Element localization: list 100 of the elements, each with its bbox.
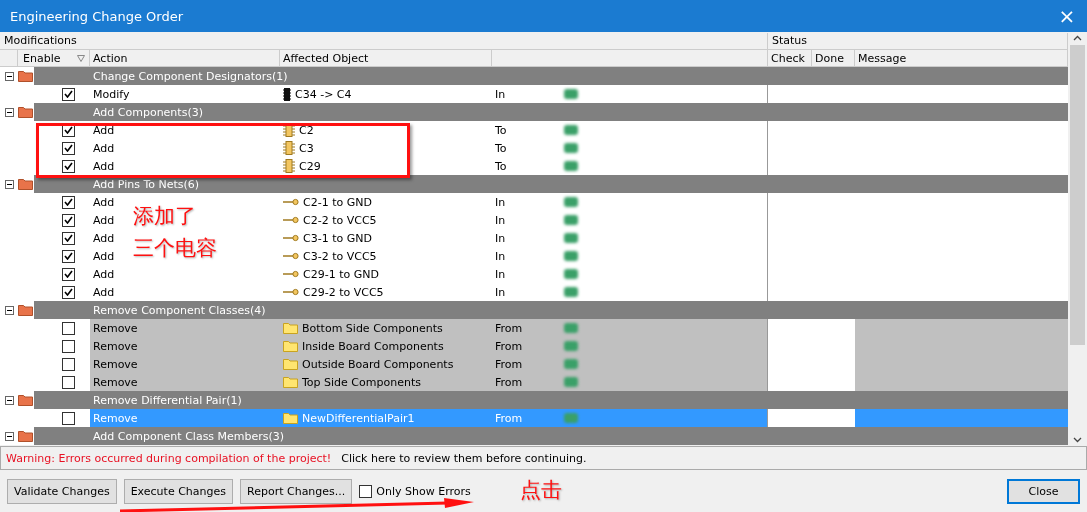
folder-icon	[283, 358, 298, 370]
pin-icon	[283, 198, 299, 206]
action-text[interactable]: Add	[93, 141, 115, 155]
chip-icon	[283, 87, 291, 101]
action-text[interactable]: Modify	[93, 87, 130, 101]
enable-checkbox[interactable]	[61, 357, 75, 371]
object-text: C29	[299, 159, 321, 173]
group-header[interactable]: Add Component Class Members(3)	[34, 427, 1068, 445]
object-text: C3-2 to VCC5	[303, 249, 377, 263]
folder-icon	[18, 106, 33, 118]
column-header[interactable]: Enable	[20, 50, 64, 67]
group-header[interactable]: Add Components(3)	[34, 103, 1068, 121]
relation-text: In	[495, 231, 506, 245]
enable-checkbox[interactable]	[61, 231, 75, 245]
column-header[interactable]: Done	[812, 50, 854, 67]
folder-icon	[283, 376, 298, 388]
folder-icon	[283, 340, 298, 352]
action-text[interactable]: Add	[93, 195, 115, 209]
relation-text: From	[495, 357, 523, 371]
close-button[interactable]: ×	[1047, 0, 1087, 32]
action-button[interactable]: Execute Changes	[123, 478, 233, 504]
collapse-icon[interactable]	[4, 305, 14, 315]
object-text: Inside Board Components	[302, 339, 444, 353]
object-text: C34 -> C4	[295, 87, 352, 101]
object-text: NewDifferentialPair1	[302, 411, 415, 425]
action-text[interactable]: Remove	[93, 357, 138, 371]
document-icon	[563, 142, 579, 154]
checkbox[interactable]	[359, 484, 373, 498]
document-icon	[563, 250, 579, 262]
action-text[interactable]: Add	[93, 285, 115, 299]
relation-text: From	[495, 321, 523, 335]
group-header[interactable]: Change Component Designators(1)	[34, 67, 1068, 85]
action-text[interactable]: Add	[93, 231, 115, 245]
group-header[interactable]: Remove Component Classes(4)	[34, 301, 1068, 319]
document-icon	[563, 340, 579, 352]
window-title: Engineering Change Order	[10, 8, 183, 24]
action-button[interactable]: Report Changes...	[240, 478, 353, 504]
relation-text: From	[495, 375, 523, 389]
collapse-icon[interactable]	[4, 71, 14, 81]
column-header[interactable]: Action	[90, 50, 279, 67]
warning-bar[interactable]: Warning: Errors occurred during compilation of the project! Click here to review them before continuing.	[0, 446, 1087, 470]
scroll-down-icon[interactable]	[1073, 437, 1082, 443]
object-text: C2-2 to VCC5	[303, 213, 377, 227]
enable-checkbox[interactable]	[61, 249, 75, 263]
action-text[interactable]: Remove	[93, 375, 138, 389]
action-text[interactable]: Add	[93, 267, 115, 281]
group-title: Remove Component Classes(4)	[93, 303, 266, 317]
collapse-icon[interactable]	[4, 395, 14, 405]
action-text[interactable]: Remove	[93, 321, 138, 335]
object-text: Outside Board Components	[302, 357, 454, 371]
object-text: C29-1 to GND	[303, 267, 379, 281]
enable-checkbox[interactable]	[61, 87, 75, 101]
scrollbar[interactable]	[1068, 33, 1087, 445]
action-text[interactable]: Add	[93, 159, 115, 173]
document-icon	[563, 358, 579, 370]
enable-checkbox[interactable]	[61, 411, 75, 425]
document-icon	[563, 412, 579, 424]
group-header[interactable]: Add Pins To Nets(6)	[34, 175, 1068, 193]
component-icon	[283, 159, 295, 173]
group-header[interactable]: Remove Differential Pair(1)	[34, 391, 1068, 409]
column-header[interactable]: Check	[768, 50, 811, 67]
relation-text: In	[495, 249, 506, 263]
collapse-icon[interactable]	[4, 431, 14, 441]
document-icon	[563, 214, 579, 226]
enable-checkbox[interactable]	[61, 213, 75, 227]
annotation-text: 点击	[520, 477, 562, 504]
relation-text: In	[495, 213, 506, 227]
enable-checkbox[interactable]	[61, 195, 75, 209]
folder-icon	[18, 304, 33, 316]
action-text[interactable]: Add	[93, 249, 115, 263]
document-icon	[563, 160, 579, 172]
relation-text: In	[495, 267, 506, 281]
column-header[interactable]: Affected Object	[280, 50, 491, 67]
action-button[interactable]: Validate Changes	[7, 478, 117, 504]
enable-checkbox[interactable]	[61, 285, 75, 299]
review-link[interactable]: Click here to review them before continuing.	[341, 451, 587, 465]
scroll-up-icon[interactable]	[1073, 35, 1082, 41]
action-text[interactable]: Remove	[93, 339, 138, 353]
object-text: Top Side Components	[302, 375, 421, 389]
enable-checkbox[interactable]	[61, 375, 75, 389]
enable-checkbox[interactable]	[61, 339, 75, 353]
column-header[interactable]: Message	[855, 50, 1067, 67]
pin-icon	[283, 216, 299, 224]
filter-icon[interactable]	[77, 55, 85, 62]
enable-checkbox[interactable]	[61, 141, 75, 155]
folder-icon	[18, 394, 33, 406]
close-button[interactable]: Close	[1007, 478, 1080, 504]
document-icon	[563, 268, 579, 280]
collapse-icon[interactable]	[4, 107, 14, 117]
action-text[interactable]: Add	[93, 123, 115, 137]
relation-text: To	[495, 123, 507, 137]
relation-text: From	[495, 339, 523, 353]
object-text: C2	[299, 123, 314, 137]
document-icon	[563, 376, 579, 388]
collapse-icon[interactable]	[4, 179, 14, 189]
action-text[interactable]: Add	[93, 213, 115, 227]
enable-checkbox[interactable]	[61, 321, 75, 335]
folder-icon	[18, 70, 33, 82]
enable-checkbox[interactable]	[61, 159, 75, 173]
enable-checkbox[interactable]	[61, 267, 75, 281]
